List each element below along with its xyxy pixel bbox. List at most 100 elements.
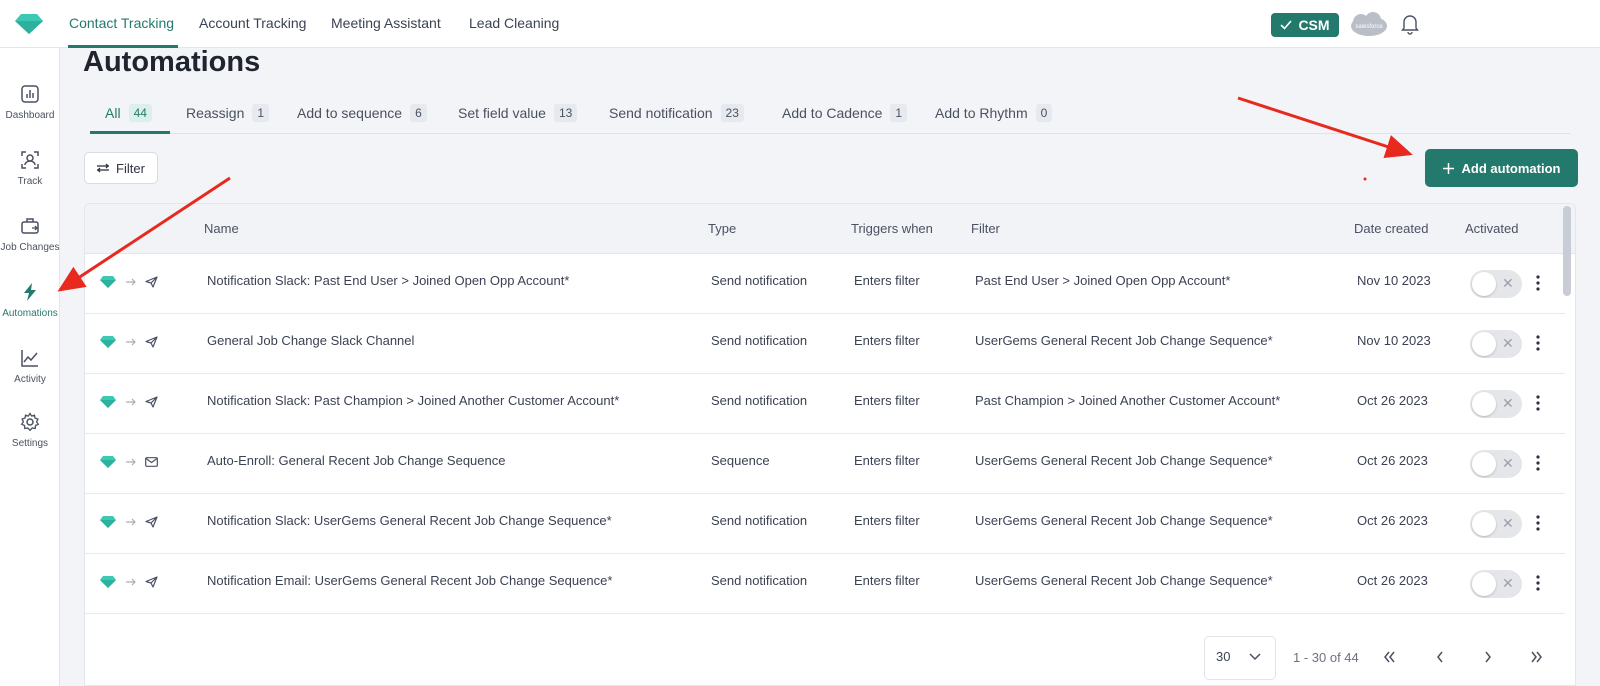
nav-lead-cleaning[interactable]: Lead Cleaning (469, 15, 559, 31)
cell-date: Oct 26 2023 (1357, 453, 1428, 468)
cell-filter: UserGems General Recent Job Change Seque… (975, 333, 1273, 348)
page-size-value: 30 (1216, 649, 1231, 664)
more-options-icon[interactable] (1533, 332, 1543, 354)
next-page-icon[interactable] (1478, 648, 1498, 666)
more-options-icon[interactable] (1533, 392, 1543, 414)
nav-contact-tracking[interactable]: Contact Tracking (69, 15, 174, 31)
close-icon: ✕ (1502, 335, 1514, 351)
nav-meeting-assistant[interactable]: Meeting Assistant (331, 15, 441, 31)
nav-account-tracking[interactable]: Account Tracking (199, 15, 306, 31)
cell-filter: UserGems General Recent Job Change Seque… (975, 573, 1273, 588)
automation-flow-icons (99, 395, 158, 409)
send-icon (145, 276, 158, 288)
send-icon (145, 336, 158, 348)
arrow-right-icon (126, 278, 136, 286)
arrow-right-icon (126, 338, 136, 346)
csm-badge[interactable]: CSM (1271, 13, 1339, 37)
tab-label: Reassign (186, 105, 245, 121)
table-row[interactable]: Auto-Enroll: General Recent Job Change S… (85, 434, 1565, 494)
last-page-icon[interactable] (1526, 648, 1546, 666)
prev-page-icon[interactable] (1430, 648, 1450, 666)
sidebar: Dashboard Track Job Changes Automations … (0, 48, 60, 686)
tab-label: Send notification (609, 105, 713, 121)
gem-icon (100, 576, 116, 588)
check-icon (1280, 20, 1293, 30)
cell-trigger: Enters filter (854, 333, 920, 348)
send-icon (145, 396, 158, 408)
column-header-name[interactable]: Name (204, 221, 239, 236)
sidebar-item-automations[interactable]: Automations (0, 282, 60, 319)
activated-toggle[interactable]: ✕ (1470, 570, 1522, 598)
cell-name[interactable]: Notification Slack: UserGems General Rec… (207, 513, 612, 528)
column-header-date[interactable]: Date created (1354, 221, 1428, 236)
tab-label: Add to Cadence (782, 105, 883, 121)
column-header-type[interactable]: Type (708, 221, 736, 236)
column-header-activated[interactable]: Activated (1465, 221, 1518, 236)
cell-date: Nov 10 2023 (1357, 273, 1431, 288)
tab-count: 1 (890, 104, 908, 122)
add-automation-button[interactable]: Add automation (1425, 149, 1578, 187)
automations-table: Name Type Triggers when Filter Date crea… (84, 203, 1576, 686)
gem-icon (100, 336, 116, 348)
cell-name[interactable]: Notification Slack: Past End User > Join… (207, 273, 569, 288)
person-scan-icon (21, 151, 39, 169)
gem-icon (100, 276, 116, 288)
cell-name[interactable]: General Job Change Slack Channel (207, 333, 414, 348)
activated-toggle[interactable]: ✕ (1470, 330, 1522, 358)
sidebar-item-track[interactable]: Track (0, 150, 60, 187)
more-options-icon[interactable] (1533, 512, 1543, 534)
page-size-select[interactable]: 30 (1204, 636, 1276, 680)
chevron-down-icon (1249, 653, 1261, 661)
cell-filter: Past End User > Joined Open Opp Account* (975, 273, 1231, 288)
cell-trigger: Enters filter (854, 393, 920, 408)
sidebar-item-job-changes[interactable]: Job Changes (0, 216, 60, 253)
cell-name[interactable]: Notification Email: UserGems General Rec… (207, 573, 612, 588)
column-header-filter[interactable]: Filter (971, 221, 1000, 236)
tab-all[interactable]: All 44 (105, 104, 152, 122)
sidebar-item-activity[interactable]: Activity (0, 348, 60, 385)
cell-type: Sequence (711, 453, 770, 468)
activated-toggle[interactable]: ✕ (1470, 510, 1522, 538)
activated-toggle[interactable]: ✕ (1470, 270, 1522, 298)
cell-trigger: Enters filter (854, 513, 920, 528)
more-options-icon[interactable] (1533, 572, 1543, 594)
close-icon: ✕ (1502, 455, 1514, 471)
more-options-icon[interactable] (1533, 272, 1543, 294)
arrow-right-icon (126, 578, 136, 586)
activated-toggle[interactable]: ✕ (1470, 450, 1522, 478)
tab-add-to-sequence[interactable]: Add to sequence 6 (297, 104, 427, 122)
cell-trigger: Enters filter (854, 453, 920, 468)
table-scrollbar[interactable] (1563, 206, 1571, 296)
sidebar-item-settings[interactable]: Settings (0, 412, 60, 449)
tab-add-to-rhythm[interactable]: Add to Rhythm 0 (935, 104, 1053, 122)
activated-toggle[interactable]: ✕ (1470, 390, 1522, 418)
more-options-icon[interactable] (1533, 452, 1543, 474)
tab-count: 1 (252, 104, 270, 122)
annotation-dot (1363, 177, 1367, 181)
column-header-triggers[interactable]: Triggers when (851, 221, 933, 236)
first-page-icon[interactable] (1380, 648, 1400, 666)
tab-add-to-cadence[interactable]: Add to Cadence 1 (782, 104, 908, 122)
tab-send-notification[interactable]: Send notification 23 (609, 104, 744, 122)
send-icon (145, 576, 158, 588)
salesforce-cloud-icon[interactable]: salesforce (1349, 12, 1389, 38)
sidebar-item-dashboard[interactable]: Dashboard (0, 84, 60, 121)
table-row[interactable]: Notification Slack: UserGems General Rec… (85, 494, 1565, 554)
cell-trigger: Enters filter (854, 573, 920, 588)
cell-name[interactable]: Auto-Enroll: General Recent Job Change S… (207, 453, 505, 468)
briefcase-icon (21, 218, 39, 234)
tab-reassign[interactable]: Reassign 1 (186, 104, 270, 122)
toggle-knob (1472, 332, 1496, 356)
table-row[interactable]: Notification Slack: Past Champion > Join… (85, 374, 1565, 434)
tab-set-field-value[interactable]: Set field value 13 (458, 104, 578, 122)
toggle-knob (1472, 272, 1496, 296)
table-row[interactable]: General Job Change Slack Channel Send not… (85, 314, 1565, 374)
table-row[interactable]: Notification Slack: Past End User > Join… (85, 254, 1565, 314)
cell-name[interactable]: Notification Slack: Past Champion > Join… (207, 393, 619, 408)
bell-icon[interactable] (1400, 13, 1420, 35)
page-range: 1 - 30 of 44 (1293, 650, 1359, 665)
toggle-knob (1472, 572, 1496, 596)
gem-logo-icon[interactable] (14, 12, 44, 36)
filter-button[interactable]: Filter (84, 152, 158, 184)
table-row[interactable]: Notification Email: UserGems General Rec… (85, 554, 1565, 614)
